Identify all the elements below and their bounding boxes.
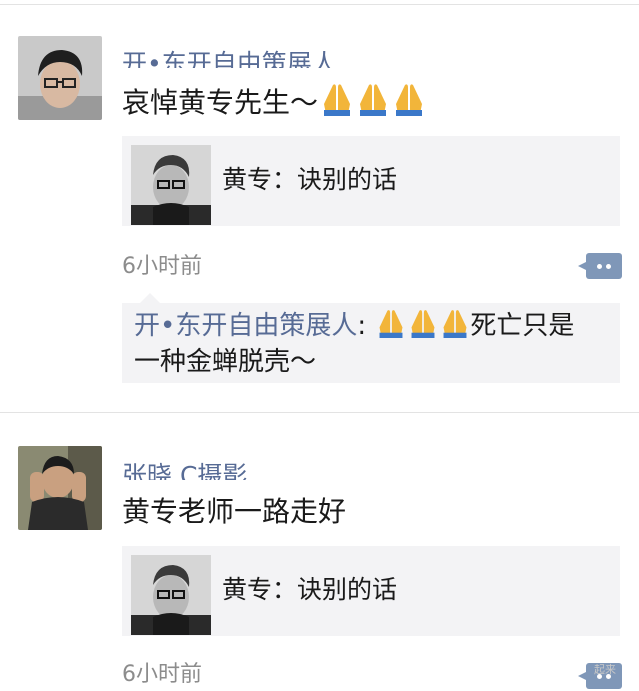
comment-button[interactable] xyxy=(578,253,622,279)
folded-hands-icon xyxy=(324,84,351,116)
folded-hands-icon xyxy=(411,310,435,338)
post-author-name[interactable]: 张晓 C摄影 xyxy=(122,460,247,480)
dot-icon xyxy=(606,264,611,269)
folded-hands-icon xyxy=(443,310,467,338)
comment-author[interactable]: 开•东开自由策展人 xyxy=(134,311,357,341)
comment-text-continued: 一种金蝉脱壳～ xyxy=(134,347,317,377)
comment-text: 死亡只是 xyxy=(470,311,575,341)
post-text: 黄专老师一路走好 xyxy=(122,495,347,528)
post-timestamp: 6小时前 xyxy=(122,254,202,279)
post-text-content: 哀悼黄专先生～ xyxy=(122,86,319,119)
post-author-name[interactable]: 开•东开自由策展人 xyxy=(122,48,337,68)
avatar[interactable] xyxy=(18,36,102,120)
shared-link-card[interactable]: 黄专：诀别的话 xyxy=(122,136,620,226)
folded-hands-icon xyxy=(396,84,423,116)
folded-hands-icon xyxy=(379,310,403,338)
comment-separator: : xyxy=(357,311,375,341)
post-text: 哀悼黄专先生～ xyxy=(122,82,426,123)
dot-icon xyxy=(597,264,602,269)
post-divider xyxy=(0,412,639,413)
link-title: 黄专：诀别的话 xyxy=(222,165,398,194)
link-thumbnail xyxy=(131,145,211,225)
comments-section: 开•东开自由策展人: 死亡只是 一种金蝉脱壳～ xyxy=(122,293,620,383)
top-divider xyxy=(0,4,639,5)
comment-item[interactable]: 开•东开自由策展人: 死亡只是 xyxy=(134,307,574,345)
folded-hands-icon xyxy=(360,84,387,116)
shared-link-card[interactable]: 黄专：诀别的话 xyxy=(122,546,620,636)
link-thumbnail xyxy=(131,555,211,635)
link-title: 黄专：诀别的话 xyxy=(222,575,398,604)
post-timestamp: 6小时前 xyxy=(122,662,202,687)
avatar[interactable] xyxy=(18,446,102,530)
watermark: 起来 xyxy=(594,663,616,676)
